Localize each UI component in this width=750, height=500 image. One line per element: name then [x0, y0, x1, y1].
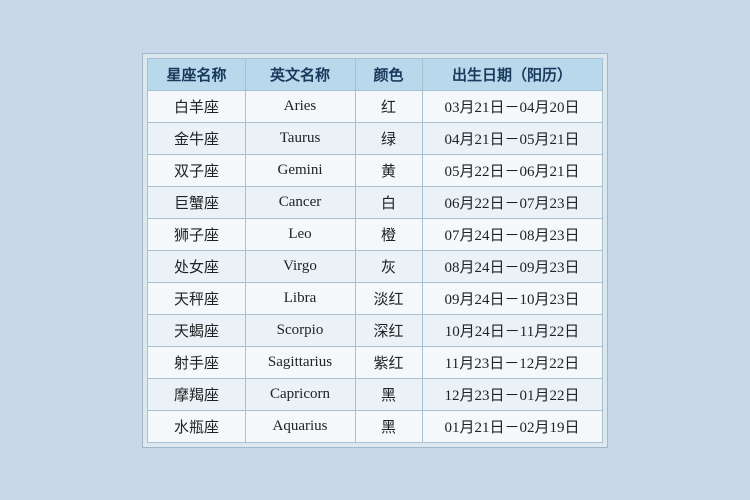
cell-color: 白: [355, 186, 422, 218]
header-date: 出生日期（阳历）: [422, 58, 602, 90]
table-row: 射手座Sagittarius紫红11月23日－12月22日: [148, 346, 602, 378]
cell-color: 淡红: [355, 282, 422, 314]
cell-color: 灰: [355, 250, 422, 282]
table-row: 摩羯座Capricorn黑12月23日－01月22日: [148, 378, 602, 410]
cell-chinese: 双子座: [148, 154, 245, 186]
table-header-row: 星座名称 英文名称 颜色 出生日期（阳历）: [148, 58, 602, 90]
cell-english: Aquarius: [245, 410, 355, 442]
table-row: 巨蟹座Cancer白06月22日－07月23日: [148, 186, 602, 218]
cell-color: 黑: [355, 410, 422, 442]
cell-chinese: 水瓶座: [148, 410, 245, 442]
cell-english: Libra: [245, 282, 355, 314]
cell-english: Capricorn: [245, 378, 355, 410]
cell-date: 07月24日－08月23日: [422, 218, 602, 250]
cell-date: 05月22日－06月21日: [422, 154, 602, 186]
cell-date: 06月22日－07月23日: [422, 186, 602, 218]
cell-color: 黑: [355, 378, 422, 410]
cell-chinese: 金牛座: [148, 122, 245, 154]
table-row: 天蝎座Scorpio深红10月24日－11月22日: [148, 314, 602, 346]
cell-chinese: 处女座: [148, 250, 245, 282]
table-row: 金牛座Taurus绿04月21日－05月21日: [148, 122, 602, 154]
cell-chinese: 巨蟹座: [148, 186, 245, 218]
cell-chinese: 摩羯座: [148, 378, 245, 410]
cell-english: Virgo: [245, 250, 355, 282]
table-row: 白羊座Aries红03月21日－04月20日: [148, 90, 602, 122]
cell-color: 红: [355, 90, 422, 122]
table-row: 水瓶座Aquarius黑01月21日－02月19日: [148, 410, 602, 442]
table-row: 双子座Gemini黄05月22日－06月21日: [148, 154, 602, 186]
cell-color: 深红: [355, 314, 422, 346]
cell-color: 橙: [355, 218, 422, 250]
cell-color: 黄: [355, 154, 422, 186]
zodiac-table-container: 星座名称 英文名称 颜色 出生日期（阳历） 白羊座Aries红03月21日－04…: [142, 53, 607, 448]
cell-english: Aries: [245, 90, 355, 122]
cell-chinese: 白羊座: [148, 90, 245, 122]
cell-chinese: 狮子座: [148, 218, 245, 250]
cell-date: 11月23日－12月22日: [422, 346, 602, 378]
cell-english: Sagittarius: [245, 346, 355, 378]
table-row: 天秤座Libra淡红09月24日－10月23日: [148, 282, 602, 314]
zodiac-table: 星座名称 英文名称 颜色 出生日期（阳历） 白羊座Aries红03月21日－04…: [147, 58, 602, 443]
cell-date: 12月23日－01月22日: [422, 378, 602, 410]
header-chinese: 星座名称: [148, 58, 245, 90]
cell-english: Taurus: [245, 122, 355, 154]
cell-chinese: 天蝎座: [148, 314, 245, 346]
cell-date: 09月24日－10月23日: [422, 282, 602, 314]
table-row: 狮子座Leo橙07月24日－08月23日: [148, 218, 602, 250]
cell-english: Gemini: [245, 154, 355, 186]
cell-date: 08月24日－09月23日: [422, 250, 602, 282]
cell-color: 紫红: [355, 346, 422, 378]
cell-date: 04月21日－05月21日: [422, 122, 602, 154]
cell-date: 03月21日－04月20日: [422, 90, 602, 122]
cell-chinese: 天秤座: [148, 282, 245, 314]
cell-english: Scorpio: [245, 314, 355, 346]
cell-english: Cancer: [245, 186, 355, 218]
cell-color: 绿: [355, 122, 422, 154]
table-row: 处女座Virgo灰08月24日－09月23日: [148, 250, 602, 282]
cell-chinese: 射手座: [148, 346, 245, 378]
cell-english: Leo: [245, 218, 355, 250]
cell-date: 10月24日－11月22日: [422, 314, 602, 346]
cell-date: 01月21日－02月19日: [422, 410, 602, 442]
header-english: 英文名称: [245, 58, 355, 90]
header-color: 颜色: [355, 58, 422, 90]
table-body: 白羊座Aries红03月21日－04月20日金牛座Taurus绿04月21日－0…: [148, 90, 602, 442]
